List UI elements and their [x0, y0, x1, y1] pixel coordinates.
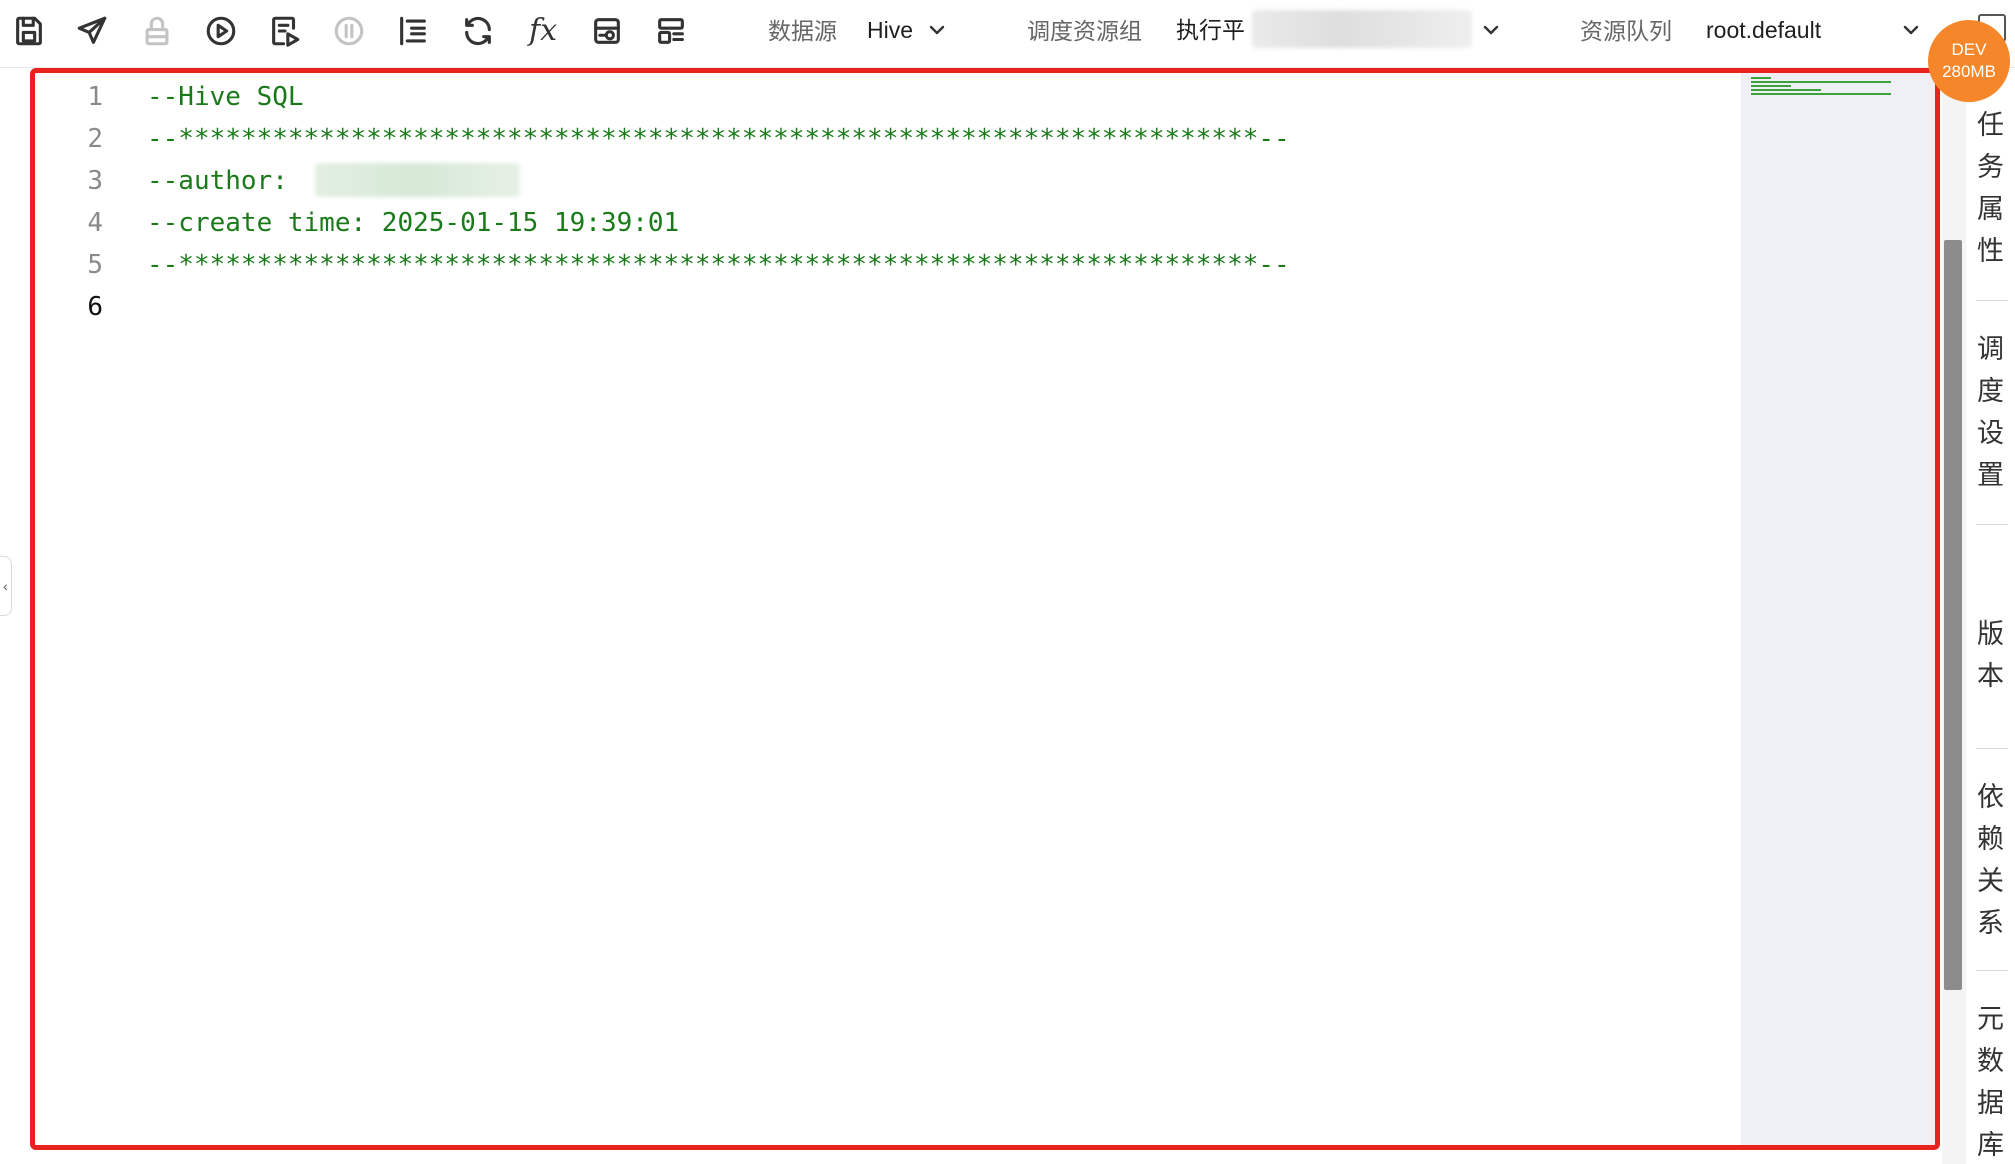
save-button[interactable]: [6, 8, 52, 54]
format-icon: [400, 16, 426, 46]
side-panel-tabs: 任 务 属 性 调 度 设 置 版 本 依 赖 关 系 元 数 据 库: [1966, 68, 2015, 1164]
code-line[interactable]: --create time: 2025-01-15 19:39:01: [147, 202, 679, 244]
line-number-active: 6: [87, 292, 103, 322]
stop-button[interactable]: [326, 8, 372, 54]
queue-label: 资源队列: [1580, 18, 1672, 44]
minimap[interactable]: [1741, 73, 1935, 1145]
refresh-icon: [465, 16, 491, 46]
line-number: 2: [87, 124, 103, 154]
submit-button[interactable]: [69, 8, 115, 54]
sql-editor[interactable]: 1 2 3 4 5 6 --Hive SQL --***************…: [30, 68, 1940, 1150]
resource-group-label: 调度资源组: [1027, 18, 1142, 44]
env-badge: DEV 280MB: [1928, 20, 2010, 102]
datasource-label: 数据源: [768, 18, 837, 44]
toolbar: fx 数据源 Hive 调度资源组 执行平 资源队列 root.default: [0, 0, 2015, 68]
code-line[interactable]: --Hive SQL: [147, 76, 304, 118]
queue-select[interactable]: root.default: [1706, 13, 1821, 47]
line-number-gutter: 1 2 3 4 5 6: [35, 73, 125, 1145]
redacted-author: [315, 163, 520, 197]
play-icon: [206, 16, 236, 46]
line-number: 5: [87, 250, 103, 280]
chevron-left-icon: ‹: [3, 578, 8, 594]
line-number: 1: [87, 82, 103, 112]
chevron-down-icon[interactable]: [1479, 18, 1503, 42]
tab-task-properties[interactable]: 任 务 属 性: [1966, 104, 2015, 272]
tab-divider: [1976, 300, 2008, 301]
minimap-line: [1751, 81, 1891, 83]
chevron-down-icon[interactable]: [1899, 18, 1923, 42]
run-params-icon: [272, 16, 300, 47]
save-icon: [16, 16, 42, 46]
chevron-down-icon[interactable]: [925, 18, 949, 42]
code-line[interactable]: --**************************************…: [147, 118, 1290, 160]
format-button[interactable]: [390, 8, 436, 54]
minimap-line: [1751, 77, 1771, 79]
tab-metadata[interactable]: 元 数 据 库: [1966, 998, 2015, 1164]
minimap-line: [1751, 93, 1891, 95]
tab-divider: [1976, 970, 2008, 971]
minimap-line: [1751, 85, 1791, 87]
tab-schedule-settings[interactable]: 调 度 设 置: [1966, 328, 2015, 496]
function-icon: fx: [528, 13, 558, 48]
vertical-scrollbar-thumb[interactable]: [1944, 240, 1962, 990]
env-label: DEV: [1951, 40, 1987, 59]
line-number: 4: [87, 208, 103, 238]
line-number: 3: [87, 166, 103, 196]
code-line[interactable]: --author:: [147, 160, 304, 202]
refresh-button[interactable]: [455, 8, 501, 54]
tab-versions[interactable]: 版 本: [1966, 613, 2015, 697]
run-button[interactable]: [198, 8, 244, 54]
collapse-left-panel-button[interactable]: ‹: [0, 556, 12, 616]
code-line[interactable]: --**************************************…: [147, 244, 1290, 286]
resource-group-select[interactable]: 执行平: [1176, 13, 1245, 47]
layout-icon: [658, 18, 684, 44]
minimap-line: [1751, 89, 1821, 91]
datasource-select[interactable]: Hive: [867, 13, 913, 47]
lock-icon: [145, 16, 169, 46]
tab-dependencies[interactable]: 依 赖 关 系: [1966, 776, 2015, 944]
preview-icon: [594, 18, 620, 44]
preview-button[interactable]: [584, 8, 630, 54]
memory-label: 280MB: [1942, 62, 1996, 81]
function-button[interactable]: fx: [520, 8, 566, 54]
pause-icon: [334, 16, 364, 46]
tab-divider: [1976, 748, 2008, 749]
send-icon: [77, 16, 107, 44]
lock-button[interactable]: [134, 8, 180, 54]
run-with-params-button[interactable]: [262, 8, 308, 54]
tab-divider: [1976, 524, 2008, 525]
redacted-value: [1252, 10, 1472, 48]
layout-button[interactable]: [648, 8, 694, 54]
